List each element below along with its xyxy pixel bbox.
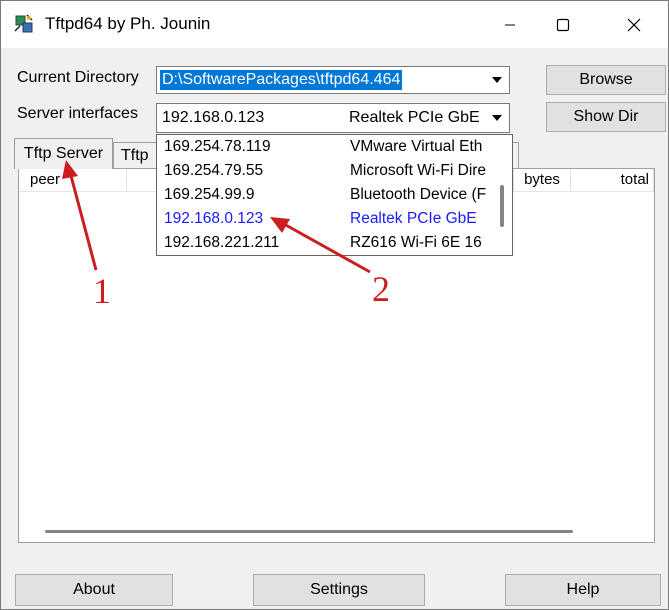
- dropdown-scrollbar[interactable]: [492, 135, 512, 255]
- column-header-bytes[interactable]: bytes: [513, 169, 571, 191]
- dropdown-item-device: Realtek PCIe GbE: [350, 210, 477, 227]
- maximize-icon: [556, 18, 570, 31]
- server-interface-ip: 192.168.0.123: [162, 109, 265, 126]
- chevron-down-icon: [492, 77, 502, 83]
- current-directory-value: D:\SoftwarePackages\tftpd64.464: [160, 70, 403, 90]
- dropdown-item-ip: 192.168.0.123: [164, 210, 264, 227]
- server-interfaces-dropdown-list[interactable]: 169.254.78.119 VMware Virtual Eth 169.25…: [156, 134, 513, 256]
- dropdown-item-device: VMware Virtual Eth: [350, 138, 483, 155]
- horizontal-scrollbar[interactable]: [45, 530, 573, 533]
- server-interface-device: Realtek PCIe GbE: [349, 109, 480, 126]
- maximize-button[interactable]: [540, 1, 586, 48]
- help-button[interactable]: Help: [505, 574, 661, 606]
- dropdown-item-ip: 192.168.221.211: [164, 234, 280, 251]
- server-interfaces-combo[interactable]: 192.168.0.123 Realtek PCIe GbE: [156, 103, 510, 133]
- dropdown-item[interactable]: 169.254.99.9 Bluetooth Device (F: [157, 183, 492, 207]
- column-header-peer[interactable]: peer: [27, 169, 127, 191]
- server-interfaces-label: Server interfaces: [17, 105, 138, 122]
- minimize-button[interactable]: [487, 1, 533, 48]
- dropdown-item-device: Bluetooth Device (F: [350, 186, 487, 203]
- about-button[interactable]: About: [15, 574, 173, 606]
- annotation-label-2: 2: [372, 269, 390, 309]
- settings-button[interactable]: Settings: [253, 574, 425, 606]
- column-header-total[interactable]: total: [571, 169, 654, 191]
- title-bar[interactable]: Tftpd64 by Ph. Jounin: [1, 1, 668, 48]
- close-icon: [627, 18, 641, 31]
- dropdown-item-device: Microsoft Wi-Fi Dire: [350, 162, 487, 179]
- dropdown-item-selected[interactable]: 192.168.0.123 Realtek PCIe GbE: [157, 207, 492, 231]
- annotation-label-1: 1: [93, 271, 111, 311]
- dropdown-item-ip: 169.254.99.9: [164, 186, 255, 203]
- show-dir-button[interactable]: Show Dir: [546, 102, 666, 132]
- dropdown-item[interactable]: 169.254.78.119 VMware Virtual Eth: [157, 135, 492, 159]
- current-directory-dropdown-button[interactable]: [487, 69, 507, 91]
- tab-tftp-server[interactable]: Tftp Server: [14, 138, 113, 169]
- minimize-icon: [505, 24, 515, 25]
- dropdown-scroll-thumb[interactable]: [500, 185, 504, 227]
- dropdown-item[interactable]: 169.254.79.55 Microsoft Wi-Fi Dire: [157, 159, 492, 183]
- dropdown-item-ip: 169.254.78.119: [164, 138, 271, 155]
- server-interfaces-dropdown-button[interactable]: [487, 107, 507, 129]
- window-title: Tftpd64 by Ph. Jounin: [45, 14, 211, 33]
- tab-tftp-client[interactable]: Tftp: [113, 142, 161, 169]
- dropdown-item-device: RZ616 Wi-Fi 6E 16: [350, 234, 482, 251]
- current-directory-combo[interactable]: D:\SoftwarePackages\tftpd64.464: [156, 66, 510, 94]
- dropdown-item[interactable]: 192.168.221.211 RZ616 Wi-Fi 6E 16: [157, 231, 492, 255]
- tftpd-app-icon: [14, 14, 33, 33]
- close-button[interactable]: [611, 1, 657, 48]
- current-directory-label: Current Directory: [17, 69, 139, 86]
- browse-button[interactable]: Browse: [546, 65, 666, 95]
- dropdown-item-ip: 169.254.79.55: [164, 162, 264, 179]
- chevron-down-icon: [492, 115, 502, 121]
